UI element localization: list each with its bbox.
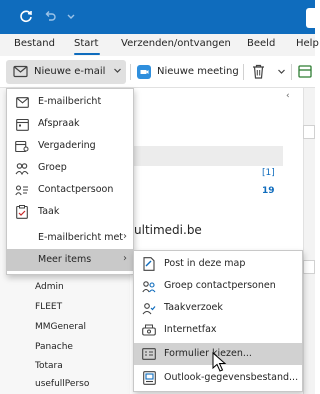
menu-item-more-items[interactable]: Meer items › [7,249,133,271]
group-icon [15,161,29,175]
ribbon-tabs: Bestand Start Verzenden/ontvangen Beeld … [0,34,319,56]
search-box[interactable] [306,8,320,28]
expand-box[interactable] [303,260,315,274]
submenu-item-label: Formulier kiezen... [164,348,252,359]
submenu-item-label: Post in deze map [164,258,246,269]
mouse-pointer-icon [212,351,228,374]
account-name[interactable]: ultimedi.be [134,223,202,237]
selected-row[interactable] [130,146,283,166]
form-icon [142,347,156,361]
dropdown-icon[interactable] [63,8,79,24]
task-icon [15,205,29,219]
menu-item-label: Contactpersoon [38,184,114,195]
tab-bestand[interactable]: Bestand [14,38,55,49]
folder-item[interactable]: MMGeneral [35,322,86,332]
submenu-item-label: Groep contactpersonen [164,280,276,291]
menu-item-label: Afspraak [38,118,80,129]
chevron-down-icon[interactable] [113,66,122,78]
undo-icon[interactable] [42,8,58,24]
submenu-item-task-request[interactable]: Taakverzoek [134,297,302,319]
archive-icon[interactable] [298,65,312,81]
chevron-right-icon: › [123,253,127,264]
separator [243,64,244,80]
collapse-icon[interactable]: ‹ [286,91,290,101]
folder-item[interactable]: FLEET [35,302,62,312]
submenu-item-label: Outlook-gegevensbestand... [164,372,299,383]
menu-item-email[interactable]: E-mailbericht [7,91,133,113]
data-file-icon [142,371,156,385]
submenu-item-post[interactable]: Post in deze map [134,253,302,275]
new-meeting-button[interactable]: Nieuwe meeting [134,60,239,84]
meeting-icon [15,139,29,153]
tab-verzenden-ontvangen[interactable]: Verzenden/ontvangen [121,38,231,49]
folder-item[interactable]: Totara [35,361,63,371]
separator [130,64,131,80]
submenu-item-label: Taakverzoek [164,302,223,313]
unread-count: 19 [262,186,275,196]
expand-box[interactable] [303,125,315,139]
menu-item-appointment[interactable]: Afspraak [7,113,133,135]
tab-help[interactable]: Help [296,38,319,49]
menu-item-group[interactable]: Groep [7,157,133,179]
tab-beeld[interactable]: Beeld [247,38,275,49]
contact-card-icon [15,183,29,197]
menu-item-meeting[interactable]: Vergadering [7,135,133,157]
folder-item[interactable]: usefullPerso [35,379,89,389]
submenu-item-label: Internetfax [164,324,217,335]
teams-meeting-icon [136,64,152,83]
sync-icon[interactable] [18,8,34,24]
active-tab-indicator [74,53,100,55]
menu-item-contact[interactable]: Contactpersoon [7,179,133,201]
calendar-icon [15,117,29,131]
folder-item[interactable]: Panache [35,342,73,352]
delete-icon[interactable] [252,64,265,82]
menu-item-label: E-mailbericht met [38,232,124,243]
new-items-menu: E-mailbericht Afspraak Vergadering Groep… [6,88,134,275]
menu-item-task[interactable]: Taak [7,201,133,223]
title-bar [0,0,320,34]
menu-item-label: Meer items [38,254,92,265]
post-icon [142,257,156,271]
contact-group-icon [142,279,156,293]
new-mail-button[interactable]: Nieuwe e-mail [6,60,126,84]
tab-start[interactable]: Start [74,38,98,49]
separator [291,64,292,80]
menu-item-label: E-mailbericht [38,96,102,107]
chevron-down-icon[interactable] [277,67,286,79]
new-meeting-label: Nieuwe meeting [157,66,239,77]
submenu-item-contact-group[interactable]: Groep contactpersonen [134,275,302,297]
task-request-icon [142,301,156,315]
new-mail-label: Nieuwe e-mail [34,66,106,77]
ribbon-commands: Nieuwe e-mail Nieuwe meeting [0,56,315,88]
unread-count: [1] [262,168,275,178]
chevron-right-icon: › [123,231,127,242]
menu-item-label: Taak [38,206,60,217]
mail-icon [15,95,29,109]
menu-item-label: Vergadering [38,140,96,151]
folder-item[interactable]: Admin [35,282,64,292]
menu-item-label: Groep [38,162,67,173]
mail-icon [13,65,28,81]
fax-icon [142,323,156,337]
submenu-item-internet-fax[interactable]: Internetfax [134,319,302,341]
menu-item-email-with[interactable]: E-mailbericht met › [7,227,133,249]
